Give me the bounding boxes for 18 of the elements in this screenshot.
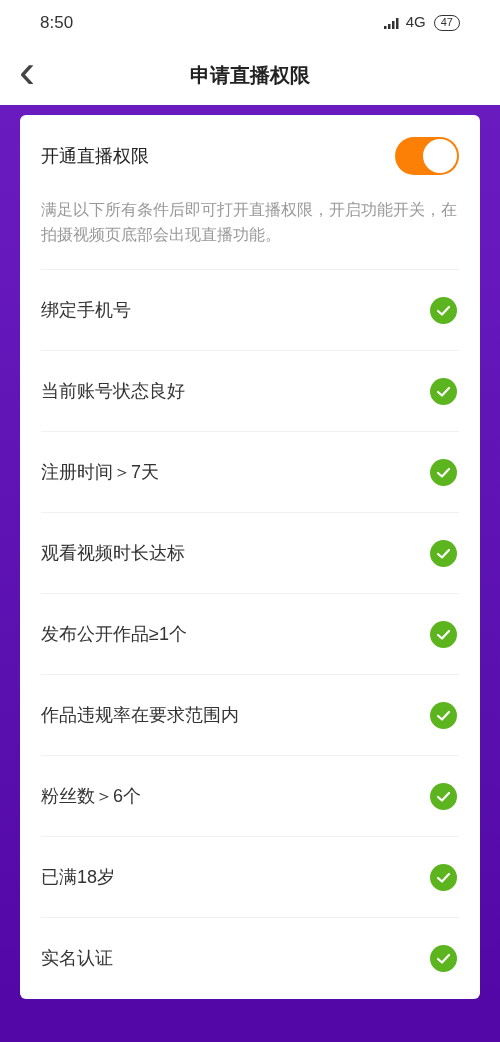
condition-label: 当前账号状态良好: [41, 379, 185, 403]
battery-level: 47: [440, 17, 453, 28]
condition-label: 发布公开作品≥1个: [41, 622, 187, 646]
condition-label: 粉丝数＞6个: [41, 784, 141, 808]
toggle-switch[interactable]: [395, 137, 459, 175]
toggle-label: 开通直播权限: [41, 144, 149, 168]
description-text: 满足以下所有条件后即可打开直播权限，开启功能开关，在拍摄视频页底部会出现直播功能。: [41, 197, 459, 270]
signal-icon: [383, 16, 402, 29]
condition-label: 作品违规率在要求范围内: [41, 703, 239, 727]
back-button[interactable]: ‹: [12, 47, 42, 95]
page-title: 申请直播权限: [190, 63, 310, 88]
condition-label: 已满18岁: [41, 865, 116, 889]
network-label: 4G: [405, 12, 426, 33]
condition-label: 注册时间＞7天: [41, 460, 159, 484]
condition-label: 绑定手机号: [41, 298, 131, 322]
condition-label: 观看视频时长达标: [41, 541, 185, 565]
status-time: 8:50: [40, 11, 74, 34]
condition-label: 实名认证: [41, 947, 113, 970]
